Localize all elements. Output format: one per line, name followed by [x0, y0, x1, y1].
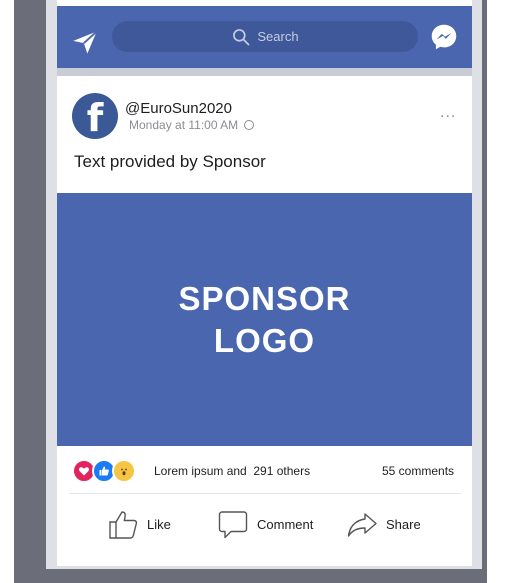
comment-label: Comment [257, 516, 314, 532]
post-card: Search f @EuroSun2020 Monday at 11:00 AM… [57, 0, 472, 566]
actions-divider [69, 493, 461, 494]
sponsor-line-1: SPONSOR [178, 279, 351, 317]
comment-icon [218, 511, 248, 539]
comment-button[interactable]: Comment [218, 508, 313, 540]
post-author[interactable]: @EuroSun2020 [125, 100, 232, 117]
more-options-icon[interactable]: ... [440, 104, 456, 122]
facebook-logo-letter: f [86, 96, 104, 139]
sponsor-line-2: LOGO [213, 321, 316, 359]
background-strip-left [0, 0, 14, 583]
share-arrow-icon [347, 513, 377, 537]
search-icon [233, 28, 250, 45]
comments-count[interactable]: 55 comments [382, 464, 454, 478]
phone-frame: Search f @EuroSun2020 Monday at 11:00 AM… [46, 0, 482, 569]
messenger-icon[interactable] [430, 23, 458, 51]
timestamp-text: Monday at 11:00 AM [129, 118, 239, 132]
reaction-icons[interactable] [72, 459, 136, 483]
wow-reaction-icon [112, 459, 136, 483]
share-label: Share [386, 516, 421, 532]
top-bar-divider [57, 68, 472, 76]
background-strip-right [487, 0, 514, 583]
reactions-summary[interactable]: Lorem ipsum and 291 others [154, 464, 310, 478]
paper-plane-icon[interactable] [71, 28, 99, 56]
like-label: Like [147, 516, 171, 532]
globe-icon [244, 120, 255, 130]
top-bar: Search [57, 6, 472, 68]
avatar[interactable]: f [72, 93, 118, 139]
sponsor-image: SPONSOR LOGO [57, 193, 472, 446]
post-timestamp: Monday at 11:00 AM [129, 118, 255, 132]
share-button[interactable]: Share [347, 508, 421, 540]
search-input[interactable]: Search [112, 21, 418, 52]
thumbs-up-icon [109, 511, 138, 539]
search-placeholder: Search [257, 29, 299, 44]
post-text: Text provided by Sponsor [74, 152, 266, 171]
like-button[interactable]: Like [108, 508, 171, 540]
